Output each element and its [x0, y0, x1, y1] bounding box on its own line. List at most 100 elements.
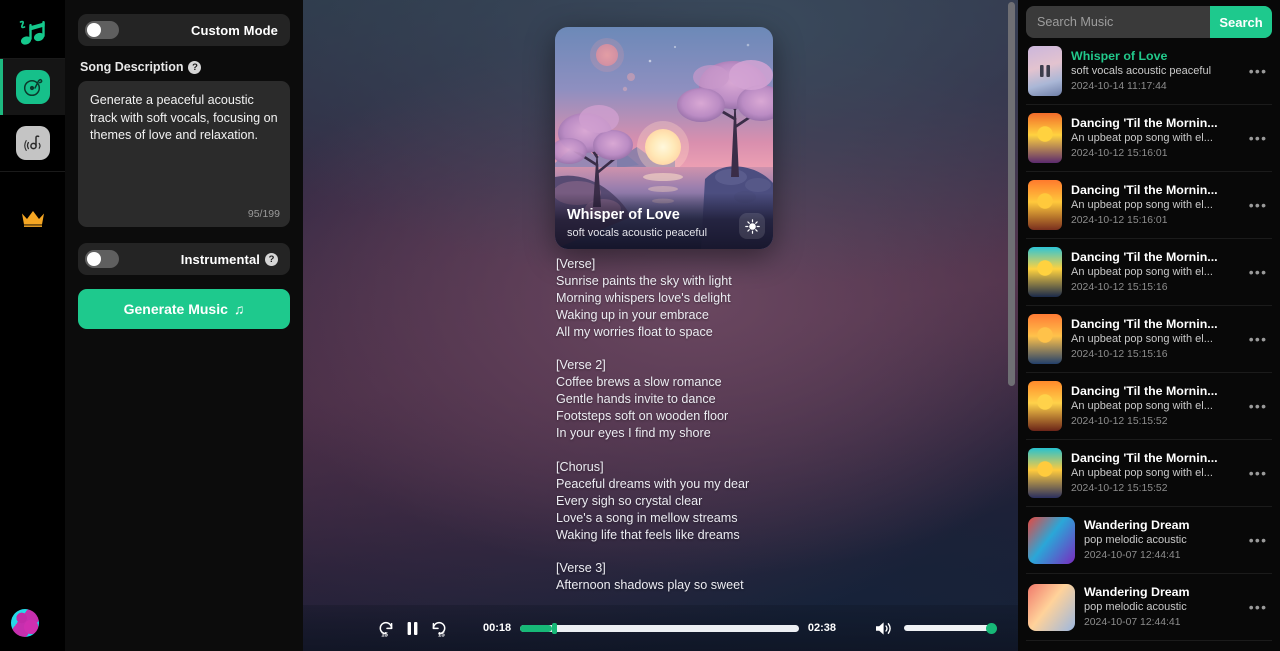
- player-main-area: Whisper of Love soft vocals acoustic pea…: [303, 0, 1018, 651]
- track-list-item[interactable]: Dancing 'Til the Mornin... An upbeat pop …: [1026, 373, 1272, 440]
- help-circle-icon[interactable]: ?: [265, 252, 278, 266]
- sidebar-item-audio-tools[interactable]: [0, 115, 65, 171]
- more-options-icon[interactable]: •••: [1246, 599, 1270, 615]
- track-date: 2024-10-07 12:44:41: [1084, 617, 1181, 628]
- custom-mode-row[interactable]: Custom Mode: [78, 14, 290, 46]
- track-list-item[interactable]: Dancing 'Til the Mornin... An upbeat pop …: [1026, 105, 1272, 172]
- more-options-icon[interactable]: •••: [1246, 331, 1270, 347]
- sidebar-item-create-music[interactable]: [0, 59, 65, 115]
- track-list: Whisper of Love soft vocals acoustic peac…: [1026, 38, 1272, 641]
- track-thumbnail[interactable]: [1028, 583, 1075, 631]
- track-list-item[interactable]: Dancing 'Til the Mornin... An upbeat pop …: [1026, 306, 1272, 373]
- more-options-icon[interactable]: •••: [1246, 63, 1270, 79]
- seek-slider[interactable]: [520, 622, 799, 634]
- now-playing-title: Whisper of Love: [567, 207, 680, 223]
- more-options-icon[interactable]: •••: [1246, 130, 1270, 146]
- pause-button[interactable]: [399, 615, 425, 641]
- svg-text:15: 15: [438, 632, 445, 638]
- track-meta: Wandering Dream pop melodic acoustic 2024-…: [1084, 517, 1237, 563]
- svg-text:15: 15: [381, 632, 388, 638]
- character-counter: 95/199: [247, 208, 280, 220]
- track-list-item[interactable]: Dancing 'Til the Mornin... An upbeat pop …: [1026, 172, 1272, 239]
- generate-music-button[interactable]: Generate Music ♫: [78, 289, 290, 329]
- brightness-icon[interactable]: [739, 213, 765, 239]
- volume-icon[interactable]: [870, 615, 896, 641]
- instrumental-row[interactable]: Instrumental ?: [78, 243, 290, 275]
- icon-rail: [0, 0, 65, 651]
- song-description-input[interactable]: Generate a peaceful acoustic track with …: [78, 81, 290, 227]
- track-list-item[interactable]: Dancing 'Til the Mornin... An upbeat pop …: [1026, 440, 1272, 507]
- track-description: An upbeat pop song with el...: [1071, 333, 1213, 345]
- rewind-15-icon[interactable]: 15: [373, 615, 399, 641]
- track-title: Whisper of Love: [1071, 49, 1168, 63]
- help-circle-icon[interactable]: ?: [188, 60, 202, 74]
- forward-15-icon[interactable]: 15: [425, 615, 451, 641]
- track-thumbnail[interactable]: [1028, 113, 1062, 163]
- track-thumbnail[interactable]: [1028, 516, 1075, 564]
- search-bar: Search: [1026, 6, 1272, 38]
- track-thumbnail[interactable]: [1028, 247, 1062, 297]
- track-meta: Dancing 'Til the Mornin... An upbeat pop …: [1071, 316, 1237, 362]
- track-title: Dancing 'Til the Mornin...: [1071, 317, 1218, 331]
- track-list-item[interactable]: Dancing 'Til the Mornin... An upbeat pop …: [1026, 239, 1272, 306]
- track-thumbnail[interactable]: [1028, 381, 1062, 431]
- track-date: 2024-10-12 15:16:01: [1071, 215, 1168, 226]
- toggle-knob: [87, 23, 101, 37]
- more-options-icon[interactable]: •••: [1246, 197, 1270, 213]
- track-title: Dancing 'Til the Mornin...: [1071, 384, 1218, 398]
- track-thumbnail[interactable]: [1028, 314, 1062, 364]
- crown-upgrade-icon[interactable]: [0, 198, 65, 238]
- track-thumbnail[interactable]: [1028, 46, 1062, 96]
- track-meta: Dancing 'Til the Mornin... An upbeat pop …: [1071, 383, 1237, 429]
- seek-progress: [520, 624, 552, 632]
- music-notes-logo[interactable]: [9, 10, 57, 58]
- current-time: 00:18: [483, 622, 512, 634]
- track-description: An upbeat pop song with el...: [1071, 467, 1213, 479]
- track-title: Dancing 'Til the Mornin...: [1071, 183, 1218, 197]
- audio-player-bar: 15 15 00:18 02:38: [303, 605, 1018, 651]
- song-description-value: Generate a peaceful acoustic track with …: [90, 93, 282, 143]
- track-title: Wandering Dream: [1084, 518, 1190, 532]
- track-meta: Whisper of Love soft vocals acoustic peac…: [1071, 48, 1237, 94]
- custom-mode-toggle[interactable]: [85, 21, 119, 39]
- search-input[interactable]: [1026, 6, 1210, 38]
- track-description: soft vocals acoustic peaceful: [1071, 65, 1212, 77]
- more-options-icon[interactable]: •••: [1246, 264, 1270, 280]
- more-options-icon[interactable]: •••: [1246, 532, 1270, 548]
- track-list-item[interactable]: Wandering Dream pop melodic acoustic 2024-…: [1026, 574, 1272, 641]
- track-title: Dancing 'Til the Mornin...: [1071, 116, 1218, 130]
- track-description: An upbeat pop song with el...: [1071, 266, 1213, 278]
- music-generator-app: Custom Mode Song Description ? Generate …: [0, 0, 1280, 651]
- track-meta: Dancing 'Til the Mornin... An upbeat pop …: [1071, 249, 1237, 295]
- more-options-icon[interactable]: •••: [1246, 398, 1270, 414]
- album-art-card[interactable]: Whisper of Love soft vocals acoustic pea…: [555, 27, 773, 249]
- song-description-label: Song Description: [80, 60, 184, 74]
- more-options-icon[interactable]: •••: [1246, 465, 1270, 481]
- track-meta: Wandering Dream pop melodic acoustic 2024-…: [1084, 584, 1237, 630]
- track-date: 2024-10-12 15:15:52: [1071, 416, 1168, 427]
- pause-icon: [1028, 46, 1062, 96]
- track-title: Dancing 'Til the Mornin...: [1071, 250, 1218, 264]
- user-avatar[interactable]: [11, 609, 39, 637]
- search-button[interactable]: Search: [1210, 6, 1272, 38]
- audio-wave-icon: [15, 126, 50, 160]
- track-list-item[interactable]: Wandering Dream pop melodic acoustic 2024-…: [1026, 507, 1272, 574]
- center-scrollbar[interactable]: [1008, 2, 1015, 386]
- seek-thumb[interactable]: [551, 622, 557, 634]
- volume-slider[interactable]: [904, 622, 997, 634]
- volume-thumb[interactable]: [986, 622, 997, 634]
- toggle-knob: [87, 252, 101, 266]
- custom-mode-label: Custom Mode: [190, 22, 278, 38]
- track-thumbnail[interactable]: [1028, 180, 1062, 230]
- track-title: Wandering Dream: [1084, 585, 1190, 599]
- music-note-icon: ♫: [233, 301, 245, 317]
- rail-divider-bottom: [0, 171, 65, 172]
- instrumental-toggle[interactable]: [85, 250, 119, 268]
- track-date: 2024-10-12 15:15:52: [1071, 483, 1168, 494]
- track-thumbnail[interactable]: [1028, 448, 1062, 498]
- center-scroll-region[interactable]: Whisper of Love soft vocals acoustic pea…: [303, 0, 1018, 651]
- track-meta: Dancing 'Til the Mornin... An upbeat pop …: [1071, 182, 1237, 228]
- track-list-item[interactable]: Whisper of Love soft vocals acoustic peac…: [1026, 38, 1272, 105]
- track-date: 2024-10-14 11:17:44: [1071, 81, 1167, 92]
- instrumental-label: Instrumental: [180, 251, 260, 267]
